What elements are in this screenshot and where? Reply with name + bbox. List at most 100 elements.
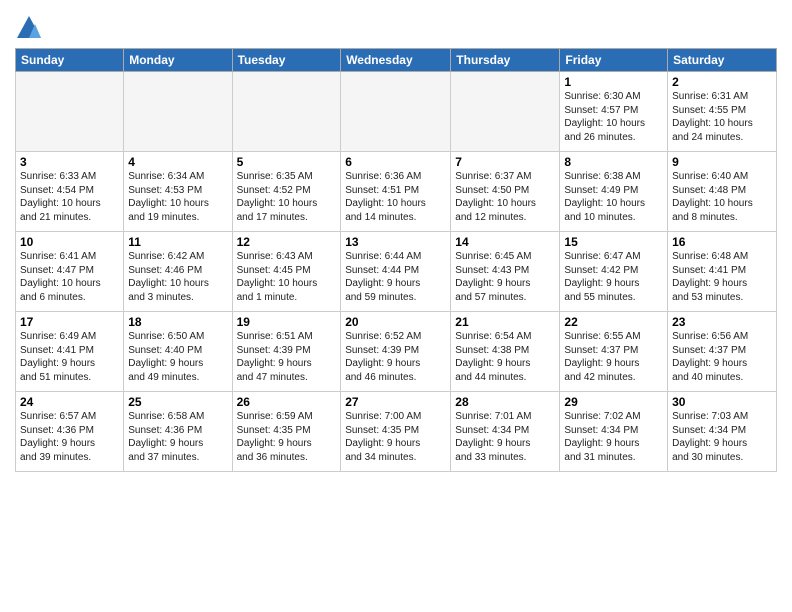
day-info: Sunrise: 7:03 AM Sunset: 4:34 PM Dayligh… bbox=[672, 410, 772, 464]
calendar-week-row: 24Sunrise: 6:57 AM Sunset: 4:36 PM Dayli… bbox=[16, 392, 777, 472]
calendar-cell: 23Sunrise: 6:56 AM Sunset: 4:37 PM Dayli… bbox=[668, 312, 777, 392]
calendar-week-row: 17Sunrise: 6:49 AM Sunset: 4:41 PM Dayli… bbox=[16, 312, 777, 392]
day-number: 13 bbox=[345, 235, 446, 249]
calendar-cell: 8Sunrise: 6:38 AM Sunset: 4:49 PM Daylig… bbox=[560, 152, 668, 232]
calendar-cell: 26Sunrise: 6:59 AM Sunset: 4:35 PM Dayli… bbox=[232, 392, 341, 472]
logo-icon bbox=[15, 14, 43, 42]
calendar-cell: 16Sunrise: 6:48 AM Sunset: 4:41 PM Dayli… bbox=[668, 232, 777, 312]
day-info: Sunrise: 6:45 AM Sunset: 4:43 PM Dayligh… bbox=[455, 250, 555, 304]
day-number: 7 bbox=[455, 155, 555, 169]
day-info: Sunrise: 6:33 AM Sunset: 4:54 PM Dayligh… bbox=[20, 170, 119, 224]
day-info: Sunrise: 6:40 AM Sunset: 4:48 PM Dayligh… bbox=[672, 170, 772, 224]
calendar-cell: 12Sunrise: 6:43 AM Sunset: 4:45 PM Dayli… bbox=[232, 232, 341, 312]
day-number: 5 bbox=[237, 155, 337, 169]
day-number: 18 bbox=[128, 315, 227, 329]
calendar-cell: 25Sunrise: 6:58 AM Sunset: 4:36 PM Dayli… bbox=[124, 392, 232, 472]
calendar-header-monday: Monday bbox=[124, 49, 232, 72]
calendar-cell: 19Sunrise: 6:51 AM Sunset: 4:39 PM Dayli… bbox=[232, 312, 341, 392]
calendar-cell: 20Sunrise: 6:52 AM Sunset: 4:39 PM Dayli… bbox=[341, 312, 451, 392]
day-info: Sunrise: 7:00 AM Sunset: 4:35 PM Dayligh… bbox=[345, 410, 446, 464]
calendar-week-row: 3Sunrise: 6:33 AM Sunset: 4:54 PM Daylig… bbox=[16, 152, 777, 232]
day-info: Sunrise: 6:49 AM Sunset: 4:41 PM Dayligh… bbox=[20, 330, 119, 384]
day-number: 28 bbox=[455, 395, 555, 409]
calendar-cell: 14Sunrise: 6:45 AM Sunset: 4:43 PM Dayli… bbox=[451, 232, 560, 312]
calendar-cell: 22Sunrise: 6:55 AM Sunset: 4:37 PM Dayli… bbox=[560, 312, 668, 392]
logo bbox=[15, 14, 47, 42]
day-info: Sunrise: 6:31 AM Sunset: 4:55 PM Dayligh… bbox=[672, 90, 772, 144]
calendar-header-thursday: Thursday bbox=[451, 49, 560, 72]
calendar-cell: 28Sunrise: 7:01 AM Sunset: 4:34 PM Dayli… bbox=[451, 392, 560, 472]
day-number: 17 bbox=[20, 315, 119, 329]
day-number: 11 bbox=[128, 235, 227, 249]
day-number: 19 bbox=[237, 315, 337, 329]
calendar-cell: 30Sunrise: 7:03 AM Sunset: 4:34 PM Dayli… bbox=[668, 392, 777, 472]
calendar-cell: 10Sunrise: 6:41 AM Sunset: 4:47 PM Dayli… bbox=[16, 232, 124, 312]
calendar-cell: 6Sunrise: 6:36 AM Sunset: 4:51 PM Daylig… bbox=[341, 152, 451, 232]
calendar-table: SundayMondayTuesdayWednesdayThursdayFrid… bbox=[15, 48, 777, 472]
calendar-cell: 2Sunrise: 6:31 AM Sunset: 4:55 PM Daylig… bbox=[668, 72, 777, 152]
calendar-cell bbox=[232, 72, 341, 152]
calendar-header-saturday: Saturday bbox=[668, 49, 777, 72]
day-number: 26 bbox=[237, 395, 337, 409]
calendar-cell: 15Sunrise: 6:47 AM Sunset: 4:42 PM Dayli… bbox=[560, 232, 668, 312]
day-info: Sunrise: 6:55 AM Sunset: 4:37 PM Dayligh… bbox=[564, 330, 663, 384]
calendar-cell bbox=[451, 72, 560, 152]
day-info: Sunrise: 6:57 AM Sunset: 4:36 PM Dayligh… bbox=[20, 410, 119, 464]
calendar-cell bbox=[124, 72, 232, 152]
calendar-cell: 29Sunrise: 7:02 AM Sunset: 4:34 PM Dayli… bbox=[560, 392, 668, 472]
day-info: Sunrise: 7:01 AM Sunset: 4:34 PM Dayligh… bbox=[455, 410, 555, 464]
day-info: Sunrise: 6:48 AM Sunset: 4:41 PM Dayligh… bbox=[672, 250, 772, 304]
day-info: Sunrise: 6:58 AM Sunset: 4:36 PM Dayligh… bbox=[128, 410, 227, 464]
day-number: 16 bbox=[672, 235, 772, 249]
page: SundayMondayTuesdayWednesdayThursdayFrid… bbox=[0, 0, 792, 612]
day-number: 21 bbox=[455, 315, 555, 329]
day-info: Sunrise: 6:36 AM Sunset: 4:51 PM Dayligh… bbox=[345, 170, 446, 224]
calendar-cell: 24Sunrise: 6:57 AM Sunset: 4:36 PM Dayli… bbox=[16, 392, 124, 472]
calendar-week-row: 1Sunrise: 6:30 AM Sunset: 4:57 PM Daylig… bbox=[16, 72, 777, 152]
calendar-cell: 9Sunrise: 6:40 AM Sunset: 4:48 PM Daylig… bbox=[668, 152, 777, 232]
calendar-cell: 7Sunrise: 6:37 AM Sunset: 4:50 PM Daylig… bbox=[451, 152, 560, 232]
day-info: Sunrise: 6:38 AM Sunset: 4:49 PM Dayligh… bbox=[564, 170, 663, 224]
day-info: Sunrise: 6:43 AM Sunset: 4:45 PM Dayligh… bbox=[237, 250, 337, 304]
day-info: Sunrise: 6:35 AM Sunset: 4:52 PM Dayligh… bbox=[237, 170, 337, 224]
calendar-cell: 3Sunrise: 6:33 AM Sunset: 4:54 PM Daylig… bbox=[16, 152, 124, 232]
day-info: Sunrise: 6:30 AM Sunset: 4:57 PM Dayligh… bbox=[564, 90, 663, 144]
day-info: Sunrise: 6:50 AM Sunset: 4:40 PM Dayligh… bbox=[128, 330, 227, 384]
day-info: Sunrise: 6:59 AM Sunset: 4:35 PM Dayligh… bbox=[237, 410, 337, 464]
calendar-cell bbox=[16, 72, 124, 152]
day-info: Sunrise: 6:41 AM Sunset: 4:47 PM Dayligh… bbox=[20, 250, 119, 304]
calendar-cell: 17Sunrise: 6:49 AM Sunset: 4:41 PM Dayli… bbox=[16, 312, 124, 392]
header bbox=[15, 10, 777, 42]
calendar-week-row: 10Sunrise: 6:41 AM Sunset: 4:47 PM Dayli… bbox=[16, 232, 777, 312]
calendar-cell: 21Sunrise: 6:54 AM Sunset: 4:38 PM Dayli… bbox=[451, 312, 560, 392]
day-info: Sunrise: 6:37 AM Sunset: 4:50 PM Dayligh… bbox=[455, 170, 555, 224]
day-info: Sunrise: 7:02 AM Sunset: 4:34 PM Dayligh… bbox=[564, 410, 663, 464]
calendar-cell: 5Sunrise: 6:35 AM Sunset: 4:52 PM Daylig… bbox=[232, 152, 341, 232]
day-number: 25 bbox=[128, 395, 227, 409]
day-number: 22 bbox=[564, 315, 663, 329]
day-info: Sunrise: 6:34 AM Sunset: 4:53 PM Dayligh… bbox=[128, 170, 227, 224]
day-info: Sunrise: 6:52 AM Sunset: 4:39 PM Dayligh… bbox=[345, 330, 446, 384]
day-number: 23 bbox=[672, 315, 772, 329]
day-number: 3 bbox=[20, 155, 119, 169]
day-info: Sunrise: 6:54 AM Sunset: 4:38 PM Dayligh… bbox=[455, 330, 555, 384]
day-number: 10 bbox=[20, 235, 119, 249]
calendar-cell: 1Sunrise: 6:30 AM Sunset: 4:57 PM Daylig… bbox=[560, 72, 668, 152]
day-info: Sunrise: 6:56 AM Sunset: 4:37 PM Dayligh… bbox=[672, 330, 772, 384]
day-info: Sunrise: 6:47 AM Sunset: 4:42 PM Dayligh… bbox=[564, 250, 663, 304]
calendar-cell bbox=[341, 72, 451, 152]
day-number: 4 bbox=[128, 155, 227, 169]
day-number: 9 bbox=[672, 155, 772, 169]
day-number: 15 bbox=[564, 235, 663, 249]
day-number: 20 bbox=[345, 315, 446, 329]
day-number: 12 bbox=[237, 235, 337, 249]
calendar-cell: 11Sunrise: 6:42 AM Sunset: 4:46 PM Dayli… bbox=[124, 232, 232, 312]
calendar-header-row: SundayMondayTuesdayWednesdayThursdayFrid… bbox=[16, 49, 777, 72]
calendar-header-wednesday: Wednesday bbox=[341, 49, 451, 72]
day-number: 29 bbox=[564, 395, 663, 409]
day-number: 14 bbox=[455, 235, 555, 249]
calendar-cell: 13Sunrise: 6:44 AM Sunset: 4:44 PM Dayli… bbox=[341, 232, 451, 312]
calendar-header-tuesday: Tuesday bbox=[232, 49, 341, 72]
day-number: 6 bbox=[345, 155, 446, 169]
day-number: 8 bbox=[564, 155, 663, 169]
